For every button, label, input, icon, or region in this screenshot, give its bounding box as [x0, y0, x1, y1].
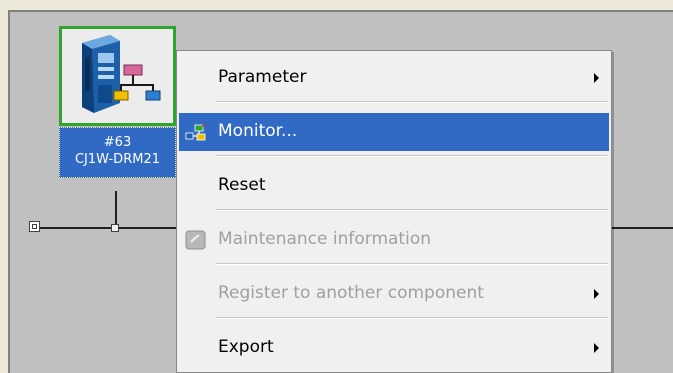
- menu-separator: [216, 317, 608, 319]
- menu-separator: [216, 209, 608, 211]
- menu-separator: [216, 263, 608, 265]
- device-node-address: #63: [103, 135, 132, 150]
- device-label[interactable]: #63 CJ1W-DRM21: [59, 127, 176, 178]
- network-trunk-line-right: [612, 227, 673, 229]
- menu-item-label: Reset: [218, 175, 266, 195]
- junction-icon: [111, 224, 119, 232]
- menu-item-label: Monitor...: [218, 121, 298, 141]
- menu-item-label: Export: [218, 337, 274, 357]
- device-model-name: CJ1W-DRM21: [74, 152, 160, 167]
- menu-item-monitor[interactable]: Monitor...: [179, 113, 609, 151]
- menu-separator: [216, 155, 608, 157]
- menu-item-register-to-another-component[interactable]: Register to another component: [179, 275, 609, 313]
- menu-item-label: Maintenance information: [218, 229, 431, 249]
- menu-item-parameter[interactable]: Parameter: [179, 59, 609, 97]
- submenu-arrow-icon: [594, 343, 599, 353]
- submenu-arrow-icon: [594, 73, 599, 83]
- menu-item-label: Parameter: [218, 67, 307, 87]
- menu-separator: [216, 101, 608, 103]
- menu-item-maintenance-information[interactable]: Maintenance information: [179, 221, 609, 259]
- network-trunk-line: [39, 227, 176, 229]
- menu-item-export[interactable]: Export: [179, 329, 609, 367]
- menu-item-label: Register to another component: [218, 283, 484, 303]
- monitor-network-icon: [185, 123, 206, 141]
- terminator-icon[interactable]: [29, 221, 40, 232]
- menu-item-reset[interactable]: Reset: [179, 167, 609, 205]
- device-drop-line: [115, 191, 117, 227]
- device-module-icon: [82, 35, 161, 113]
- device-node[interactable]: [59, 26, 176, 126]
- maintenance-icon: [185, 230, 206, 250]
- submenu-arrow-icon: [594, 289, 599, 299]
- context-menu: Parameter Monitor... Reset Maintenance i…: [176, 50, 612, 373]
